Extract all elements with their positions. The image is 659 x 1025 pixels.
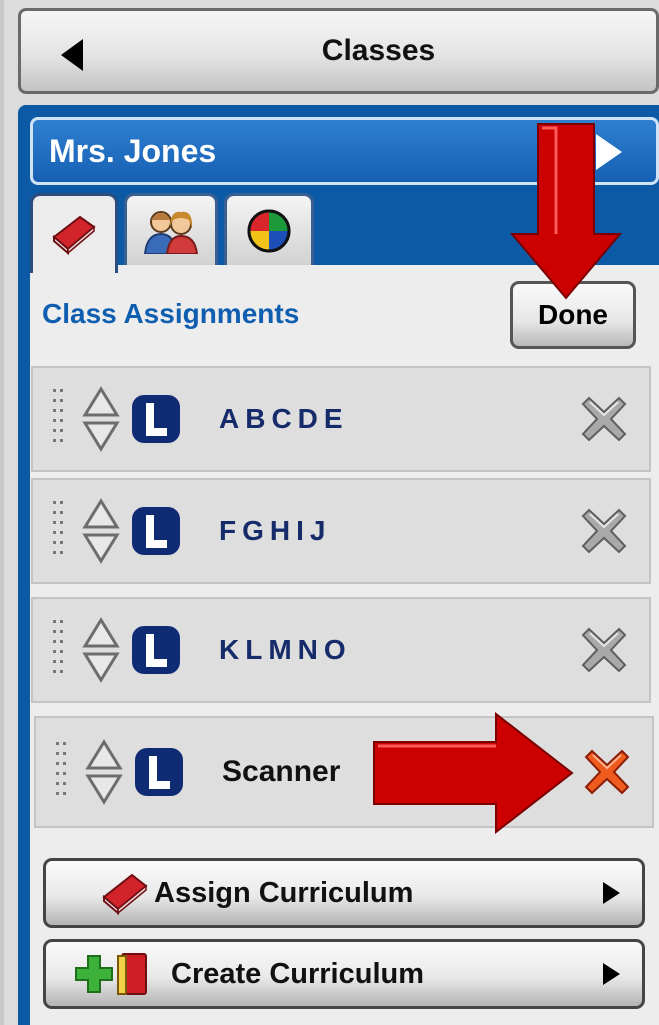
reorder-arrows-icon[interactable] <box>81 383 121 455</box>
pie-chart-icon <box>247 209 291 252</box>
chevron-right-icon <box>603 963 620 985</box>
back-title: Classes <box>321 34 436 67</box>
assignment-label: KLMNO <box>219 634 352 665</box>
delete-icon[interactable] <box>581 508 627 554</box>
assignment-row[interactable]: FGHIJ <box>31 478 651 584</box>
create-curriculum-label: Create Curriculum <box>171 957 425 990</box>
delete-icon[interactable] <box>584 749 630 795</box>
assign-curriculum-button[interactable]: Assign Curriculum <box>43 858 645 928</box>
reorder-arrows-icon[interactable] <box>81 495 121 567</box>
section-title: Class Assignments <box>42 298 300 329</box>
lesson-icon <box>132 507 180 555</box>
plus-icon <box>75 955 113 993</box>
book-icon <box>52 215 96 255</box>
tab-reports[interactable] <box>224 193 314 265</box>
delete-icon[interactable] <box>581 627 627 673</box>
drag-handle-icon[interactable] <box>51 387 67 451</box>
drag-handle-icon[interactable] <box>54 740 70 804</box>
delete-icon[interactable] <box>581 396 627 442</box>
assignment-label: ABCDE <box>219 403 349 434</box>
back-arrow-icon <box>61 39 83 71</box>
annotation-arrow-down-icon <box>510 123 622 300</box>
reorder-arrows-icon[interactable] <box>84 736 124 808</box>
book-icon <box>102 873 148 916</box>
assignment-row[interactable]: KLMNO <box>31 597 651 703</box>
lesson-icon <box>135 748 183 796</box>
tab-students[interactable] <box>124 193 218 265</box>
reorder-arrows-icon[interactable] <box>81 614 121 686</box>
assignment-label: Scanner <box>222 755 341 788</box>
curriculum-book-icon <box>117 953 147 995</box>
lesson-icon <box>132 626 180 674</box>
classes-back-button[interactable]: Classes <box>18 8 659 94</box>
teacher-name: Mrs. Jones <box>49 132 217 169</box>
create-curriculum-button[interactable]: Create Curriculum <box>43 939 645 1009</box>
assignment-label: FGHIJ <box>219 515 332 546</box>
assign-curriculum-label: Assign Curriculum <box>154 876 414 909</box>
drag-handle-icon[interactable] <box>51 618 67 682</box>
assignment-row[interactable]: ABCDE <box>31 366 651 472</box>
lesson-icon <box>132 395 180 443</box>
drag-handle-icon[interactable] <box>51 499 67 563</box>
chevron-right-icon <box>603 882 620 904</box>
students-icon <box>143 210 199 254</box>
annotation-arrow-right-icon <box>373 712 574 834</box>
tab-assignments[interactable] <box>30 193 118 273</box>
